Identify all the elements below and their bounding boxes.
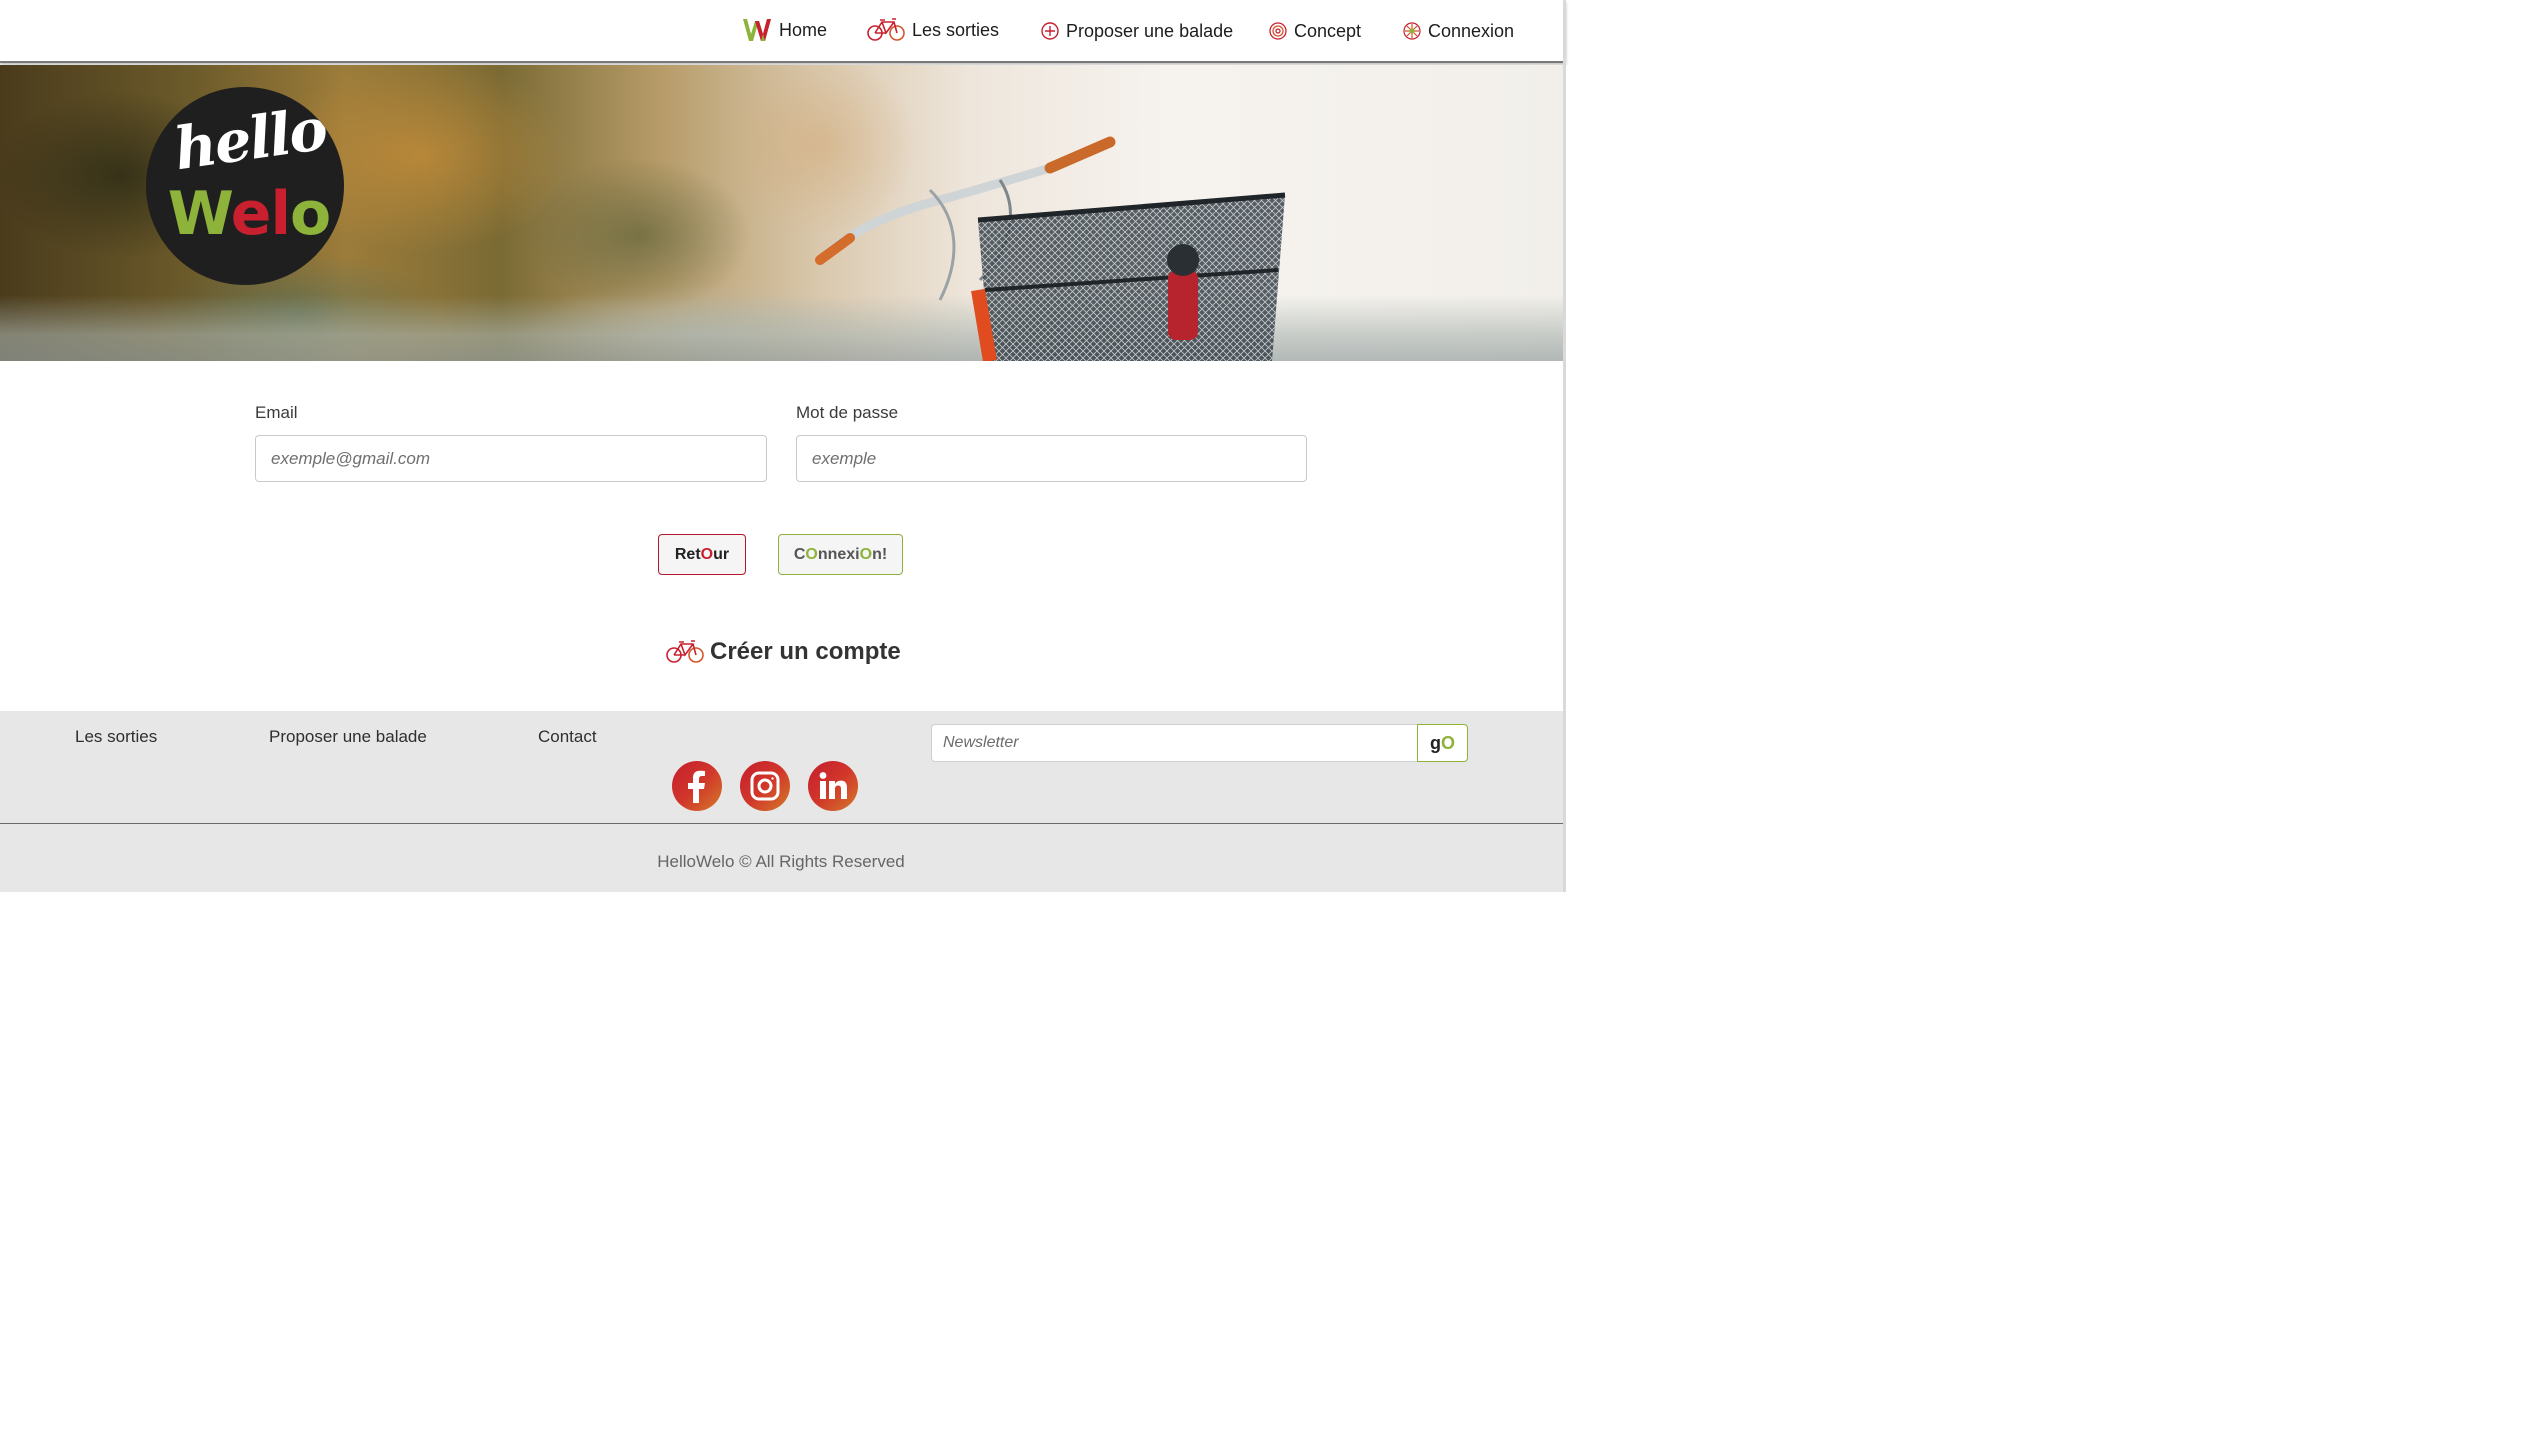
email-field[interactable] (255, 435, 767, 482)
logo-welo-text: Welo (167, 179, 332, 249)
footer: Les sorties Proposer une balade Contact … (0, 711, 1566, 892)
create-account-label: Créer un compte (710, 638, 901, 665)
create-account-link[interactable]: Créer un compte (666, 634, 901, 670)
footer-link-proposer-une-balade[interactable]: Proposer une balade (269, 727, 427, 747)
nav-item-home[interactable]: Home (742, 14, 827, 46)
password-field[interactable] (796, 435, 1307, 482)
bicycle-basket-image (815, 136, 1286, 361)
sun-circle-icon (1403, 22, 1421, 40)
nav-label-concept: Concept (1294, 20, 1362, 41)
bicycle-icon (666, 640, 704, 664)
nav-label-les-sorties: Les sorties (912, 19, 1000, 40)
newsletter-go-button[interactable]: gO (1417, 724, 1468, 762)
hero-background-ground (0, 295, 1566, 361)
connexion-button[interactable]: C Onnexi On! (778, 534, 903, 575)
welo-w-icon (742, 17, 772, 43)
nav-label-connexion: Connexion (1428, 20, 1515, 41)
plus-circle-icon (1041, 22, 1059, 40)
footer-link-contact[interactable]: Contact (538, 727, 597, 747)
footer-divider (0, 823, 1566, 824)
instagram-icon[interactable] (740, 761, 790, 811)
footer-link-les-sorties[interactable]: Les sorties (75, 727, 157, 747)
linkedin-icon[interactable] (808, 761, 858, 811)
nav-label-home: Home (779, 19, 828, 40)
email-label: Email (255, 403, 298, 422)
password-label: Mot de passe (796, 403, 899, 422)
logo-hello-text: hello (170, 94, 330, 184)
copyright-text: HelloWelo © All Rights Reserved (657, 852, 905, 871)
nav-item-les-sorties[interactable]: Les sorties (867, 14, 999, 46)
nav-item-connexion[interactable]: Connexion (1403, 15, 1514, 47)
hellowelo-logo[interactable]: hello Welo (146, 87, 344, 285)
nav-label-proposer: Proposer une balade (1066, 20, 1234, 41)
bicycle-icon (867, 18, 905, 42)
top-navigation: Home Les sorties Proposer une balade Con… (0, 0, 1566, 63)
hero-banner: hello Welo (0, 65, 1566, 361)
facebook-icon[interactable] (672, 761, 722, 811)
at-circle-icon (1269, 22, 1287, 40)
nav-item-concept[interactable]: Concept (1269, 15, 1361, 47)
page-scrollbar[interactable] (1563, 0, 1566, 892)
newsletter-input[interactable] (931, 724, 1419, 762)
nav-item-proposer-une-balade[interactable]: Proposer une balade (1041, 15, 1233, 47)
retour-button[interactable]: Ret Our (658, 534, 746, 575)
